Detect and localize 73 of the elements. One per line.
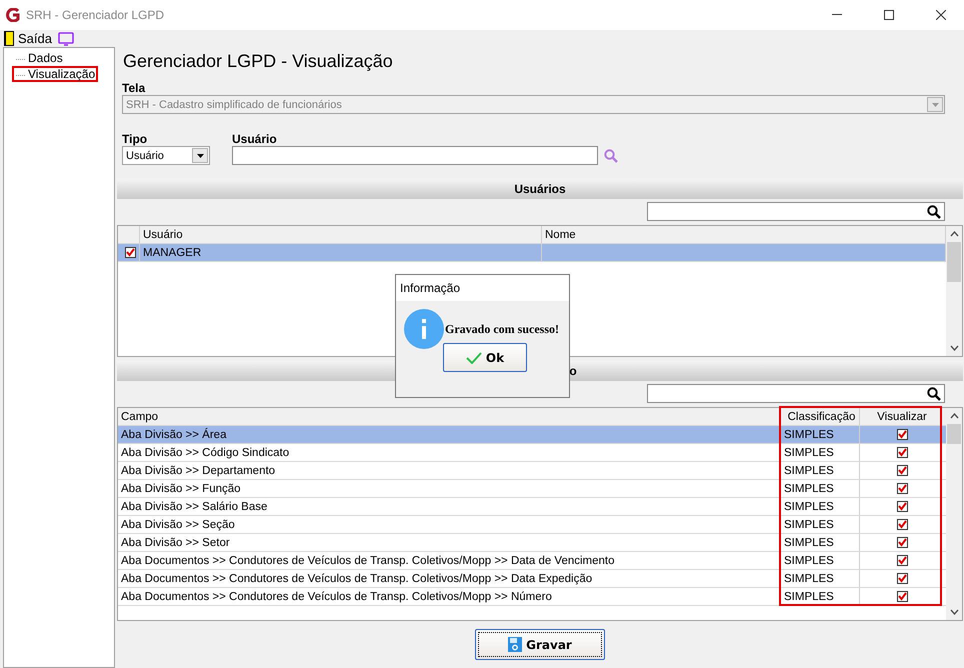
- section-header: Usuários: [117, 179, 963, 199]
- field-label: Usuário: [232, 132, 278, 146]
- checkbox[interactable]: [896, 573, 908, 584]
- dialog-message: Gravado com sucesso!: [445, 322, 559, 336]
- checkbox[interactable]: [896, 501, 908, 512]
- checkbox[interactable]: [896, 465, 908, 476]
- scroll-up-icon[interactable]: [950, 413, 958, 419]
- checkbox[interactable]: [896, 483, 908, 494]
- table-cell: SIMPLES: [781, 552, 860, 569]
- table-cell: Aba Divisão >> Função: [118, 480, 781, 497]
- checkbox[interactable]: [896, 537, 908, 548]
- user-input-field[interactable]: [232, 146, 598, 165]
- table-cell: SIMPLES: [781, 444, 860, 461]
- table-cell: Aba Divisão >> Área: [118, 426, 781, 443]
- scroll-down-icon[interactable]: [950, 609, 958, 615]
- table-cell: SIMPLES: [781, 534, 860, 551]
- table-cell: MANAGER: [140, 244, 542, 261]
- checkmark-icon: [466, 352, 482, 364]
- checkbox[interactable]: [896, 555, 908, 566]
- maximize-icon: [884, 10, 894, 20]
- window-title: SRH - Gerenciador LGPD: [26, 8, 166, 22]
- scroll-down-icon[interactable]: [950, 345, 958, 351]
- checkbox[interactable]: [896, 429, 908, 440]
- page-heading: Gerenciador LGPD - Visualização: [122, 50, 394, 73]
- table-cell: Aba Documentos >> Condutores de Veículos de Transp. Coletivos/Mopp >> Número: [118, 588, 781, 605]
- search-icon[interactable]: [927, 386, 941, 400]
- type-dropdown[interactable]: Usuário: [122, 146, 210, 165]
- scrollbar[interactable]: [946, 408, 962, 620]
- table-cell: SIMPLES: [781, 570, 860, 587]
- scrollbar-thumb[interactable]: [947, 242, 961, 282]
- field-label: Tipo: [122, 132, 148, 146]
- table-cell: SIMPLES: [781, 480, 860, 497]
- caret-icon: [932, 102, 938, 106]
- table-cell: SIMPLES: [781, 498, 860, 515]
- save-button[interactable]: Gravar: [475, 629, 605, 660]
- minimize-icon: [832, 14, 842, 16]
- close-icon: [936, 10, 946, 20]
- table-cell: Aba Divisão >> Departamento: [118, 462, 781, 479]
- table-cell: Aba Divisão >> Salário Base: [118, 498, 781, 515]
- table-cell: Aba Documentos >> Condutores de Veículos de Transp. Coletivos/Mopp >> Data Expedição: [118, 570, 781, 587]
- tree-item[interactable]: Visualização: [12, 66, 98, 82]
- table-cell: Aba Divisão >> Setor: [118, 534, 781, 551]
- search-field[interactable]: [647, 202, 945, 221]
- column-header[interactable]: Usuário: [140, 226, 542, 243]
- table-cell: Aba Documentos >> Condutores de Veículos de Transp. Coletivos/Mopp >> Data de Vencimento: [118, 552, 781, 569]
- scrollbar-thumb[interactable]: [947, 424, 961, 444]
- scrollbar[interactable]: [946, 226, 962, 356]
- search-icon[interactable]: [927, 204, 941, 218]
- table-cell: Aba Divisão >> Código Sindicato: [118, 444, 781, 461]
- tree-item[interactable]: Dados: [12, 50, 67, 66]
- table-cell: SIMPLES: [781, 462, 860, 479]
- dialog-title: Informação: [396, 275, 569, 301]
- checkbox[interactable]: [896, 591, 908, 602]
- table-cell: SIMPLES: [781, 426, 860, 443]
- app-logo-icon: [6, 8, 20, 22]
- column-header[interactable]: Classificação: [781, 408, 860, 425]
- monitor-icon[interactable]: [58, 32, 74, 46]
- exit-button[interactable]: Saída: [4, 31, 52, 46]
- checkbox[interactable]: [896, 447, 908, 458]
- search-field[interactable]: [647, 384, 945, 403]
- checkbox[interactable]: [124, 247, 136, 258]
- scroll-up-icon[interactable]: [950, 231, 958, 237]
- checkbox[interactable]: [896, 519, 908, 530]
- ok-button[interactable]: Ok: [443, 343, 527, 372]
- info-icon: [404, 309, 444, 349]
- column-header[interactable]: Campo: [118, 408, 781, 425]
- table-cell: SIMPLES: [781, 516, 860, 533]
- table-cell: SIMPLES: [781, 588, 860, 605]
- column-header[interactable]: Visualizar: [860, 408, 942, 425]
- caret-icon: [196, 154, 204, 158]
- field-label: Tela: [122, 81, 146, 95]
- table-cell: Aba Divisão >> Seção: [118, 516, 781, 533]
- door-icon: [4, 31, 14, 46]
